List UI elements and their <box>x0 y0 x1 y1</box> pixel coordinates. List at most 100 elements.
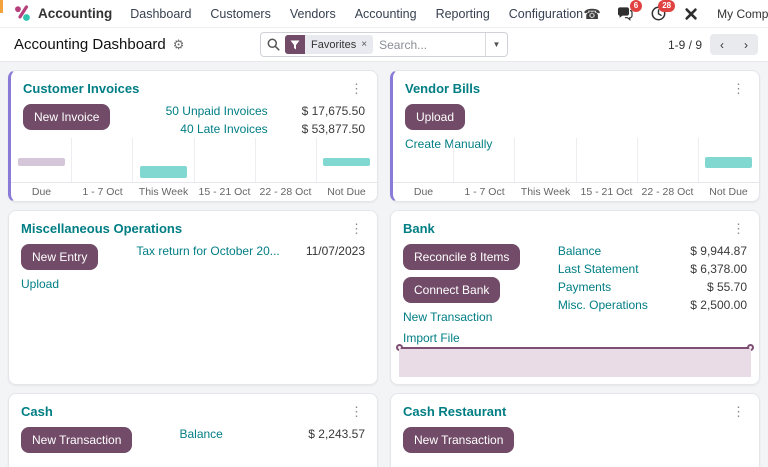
reconcile-items-button[interactable]: Reconcile 8 Items <box>403 244 520 270</box>
favorites-filter-facet[interactable]: Favorites × <box>285 35 373 54</box>
card-title[interactable]: Cash <box>21 404 53 419</box>
bar-due[interactable] <box>18 158 65 166</box>
card-vendor-bills: Vendor Bills ⋮ Upload Create Manually <box>390 70 760 202</box>
bank-balance-chart <box>399 347 751 377</box>
kebab-menu-icon[interactable]: ⋮ <box>348 82 365 95</box>
chart-cell <box>577 138 638 182</box>
new-transaction-link[interactable]: New Transaction <box>403 310 492 324</box>
bar-not-due[interactable] <box>323 158 370 166</box>
chart-cell <box>515 138 576 182</box>
tax-return-link[interactable]: Tax return for October 20... <box>136 244 279 258</box>
activities-badge: 28 <box>658 0 675 12</box>
chart-cell <box>256 138 317 182</box>
filter-funnel-icon <box>285 35 305 54</box>
axis-label: This Week <box>515 183 576 201</box>
control-panel: Accounting Dashboard ⚙ Favorites × <box>0 28 768 62</box>
search-icon <box>267 38 280 51</box>
axis-label: 15 - 21 Oct <box>576 183 637 201</box>
pager-prev-button[interactable]: ‹ <box>710 34 734 55</box>
new-transaction-button[interactable]: New Transaction <box>21 427 132 453</box>
card-title[interactable]: Miscellaneous Operations <box>21 221 182 236</box>
main-menu: Dashboard Customers Vendors Accounting R… <box>130 7 583 21</box>
new-transaction-button[interactable]: New Transaction <box>403 427 514 453</box>
app-name[interactable]: Accounting <box>38 6 112 21</box>
bank-stat-label: Payments <box>558 280 611 294</box>
connect-bank-button[interactable]: Connect Bank <box>403 277 500 303</box>
facet-remove-icon[interactable]: × <box>361 39 367 50</box>
axis-label: Not Due <box>316 183 377 201</box>
menu-accounting[interactable]: Accounting <box>355 7 417 21</box>
bar-not-due[interactable] <box>705 157 752 168</box>
top-navbar: Accounting Dashboard Customers Vendors A… <box>0 0 768 28</box>
axis-label: 22 - 28 Oct <box>255 183 316 201</box>
gear-icon[interactable]: ⚙ <box>173 37 185 53</box>
chart-cell <box>195 138 256 182</box>
card-title[interactable]: Bank <box>403 221 435 236</box>
axis-label: This Week <box>133 183 194 201</box>
menu-customers[interactable]: Customers <box>210 7 270 21</box>
chart-cell <box>638 138 699 182</box>
bank-stat-row: Balance $ 9,944.87 <box>558 244 747 258</box>
facet-label: Favorites <box>311 39 356 51</box>
pager-next-button[interactable]: › <box>734 34 758 55</box>
new-invoice-button[interactable]: New Invoice <box>23 104 110 130</box>
menu-dashboard[interactable]: Dashboard <box>130 7 191 21</box>
tax-return-date: 11/07/2023 <box>306 244 365 258</box>
import-file-link[interactable]: Import File <box>403 331 460 345</box>
voip-phone-icon[interactable]: ☎ <box>583 5 601 23</box>
chart-cell-not-due <box>317 138 377 182</box>
tools-icon[interactable] <box>682 5 700 23</box>
cash-balance-label[interactable]: Balance <box>132 427 270 441</box>
menu-reporting[interactable]: Reporting <box>436 7 490 21</box>
late-invoices-link[interactable]: 40 Late Invoices <box>180 122 267 136</box>
bank-stat-label: Last Statement <box>558 262 639 276</box>
chart-cell-not-due <box>699 138 759 182</box>
card-bank: Bank ⋮ Reconcile 8 Items Connect Bank Ne… <box>390 210 760 385</box>
systray: ☎ 6 28 My <box>583 4 768 24</box>
cash-balance-amount: $ 2,243.57 <box>308 427 365 441</box>
upload-bill-button[interactable]: Upload <box>405 104 465 130</box>
bank-stat-row: Misc. Operations $ 2,500.00 <box>558 298 747 312</box>
chart-cell <box>393 138 454 182</box>
bank-stat-amount: $ 6,378.00 <box>690 262 747 276</box>
crossed-tools-glyph <box>684 7 698 21</box>
company-switcher[interactable]: My Company (San Francisco) <box>717 7 768 21</box>
kebab-menu-icon[interactable]: ⋮ <box>730 222 747 235</box>
bills-aging-chart: Due 1 - 7 Oct This Week 15 - 21 Oct 22 -… <box>393 138 759 201</box>
search-bar[interactable]: Favorites × Search... ▼ <box>260 32 508 57</box>
accounting-app-icon[interactable] <box>14 5 31 22</box>
search-input[interactable]: Search... <box>379 38 485 52</box>
axis-label: 1 - 7 Oct <box>72 183 133 201</box>
bank-stat-label: Misc. Operations <box>558 298 648 312</box>
card-title[interactable]: Cash Restaurant <box>403 404 506 419</box>
card-title[interactable]: Customer Invoices <box>23 81 139 96</box>
axis-label: 1 - 7 Oct <box>454 183 515 201</box>
bank-stat-row: Payments $ 55.70 <box>558 280 747 294</box>
kebab-menu-icon[interactable]: ⋮ <box>348 405 365 418</box>
balance-area-fill <box>399 349 751 377</box>
odoo-accounting-app: Accounting Dashboard Customers Vendors A… <box>0 0 768 467</box>
axis-label: Due <box>393 183 454 201</box>
messages-icon[interactable]: 6 <box>616 5 634 23</box>
late-invoices-amount: $ 53,877.50 <box>302 122 365 136</box>
menu-configuration[interactable]: Configuration <box>509 7 583 21</box>
bank-stat-row: Last Statement $ 6,378.00 <box>558 262 747 276</box>
menu-vendors[interactable]: Vendors <box>290 7 336 21</box>
unpaid-invoices-link[interactable]: 50 Unpaid Invoices <box>166 104 268 118</box>
search-dropdown-caret[interactable]: ▼ <box>485 33 507 56</box>
chart-cell-due <box>11 138 72 182</box>
card-cash-restaurant: Cash Restaurant ⋮ New Transaction <box>390 393 760 467</box>
bank-stat-amount: $ 2,500.00 <box>690 298 747 312</box>
axis-label: 15 - 21 Oct <box>194 183 255 201</box>
activities-clock-icon[interactable]: 28 <box>649 5 667 23</box>
new-entry-button[interactable]: New Entry <box>21 244 98 270</box>
kebab-menu-icon[interactable]: ⋮ <box>730 405 747 418</box>
axis-label: 22 - 28 Oct <box>637 183 698 201</box>
kebab-menu-icon[interactable]: ⋮ <box>730 82 747 95</box>
bar-this-week[interactable] <box>140 166 187 178</box>
upload-link[interactable]: Upload <box>21 277 59 291</box>
chart-cell-this-week <box>133 138 194 182</box>
card-title[interactable]: Vendor Bills <box>405 81 480 96</box>
axis-label: Not Due <box>698 183 759 201</box>
kebab-menu-icon[interactable]: ⋮ <box>348 222 365 235</box>
